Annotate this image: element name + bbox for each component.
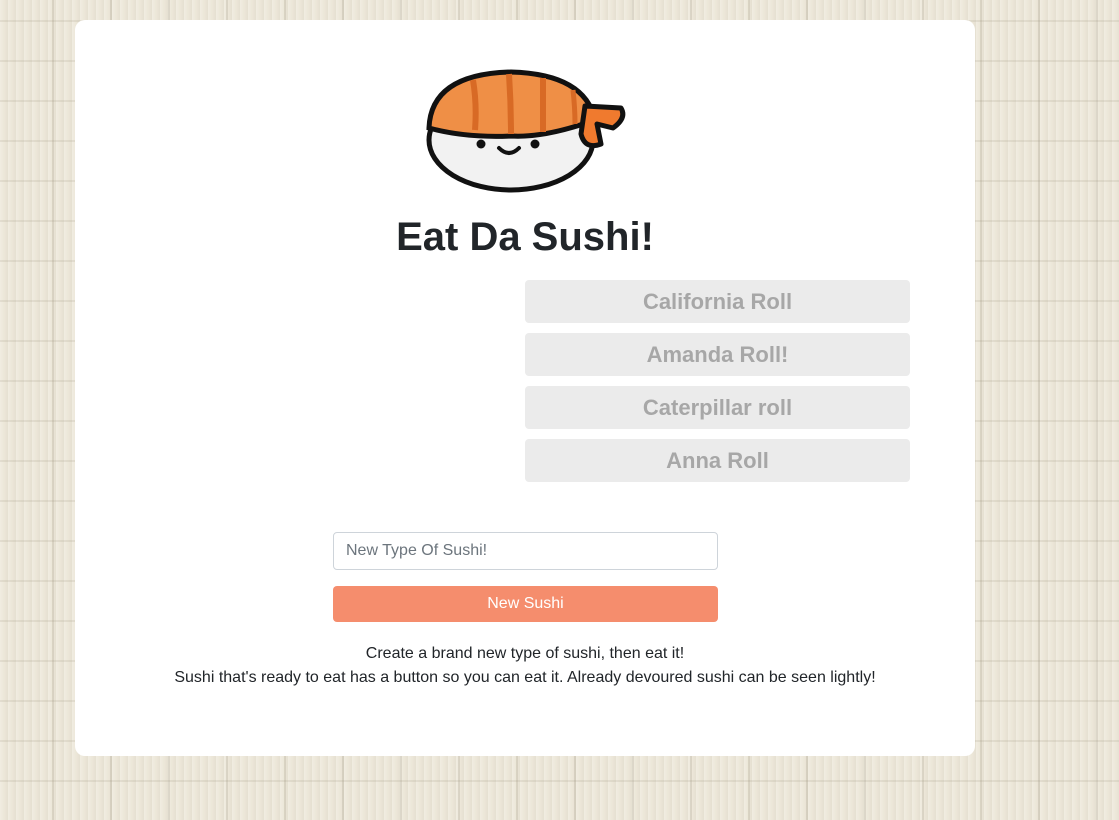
new-sushi-button[interactable]: New Sushi [333, 586, 718, 622]
list-item: Anna Roll [525, 439, 910, 482]
description-line-1: Create a brand new type of sushi, then e… [365, 645, 685, 662]
list-item: Caterpillar roll [525, 386, 910, 429]
page-title: Eat Da Sushi! [396, 215, 654, 259]
new-sushi-input[interactable] [333, 532, 718, 570]
main-card: Eat Da Sushi! California Roll Amanda Rol… [75, 20, 975, 756]
sushi-mascot-icon [426, 69, 626, 193]
description-line-2: Sushi that's ready to eat has a button s… [174, 669, 876, 686]
list-item: California Roll [525, 280, 910, 323]
sushi-list: California Roll Amanda Roll! Caterpillar… [525, 280, 910, 492]
list-item: Amanda Roll! [525, 333, 910, 376]
